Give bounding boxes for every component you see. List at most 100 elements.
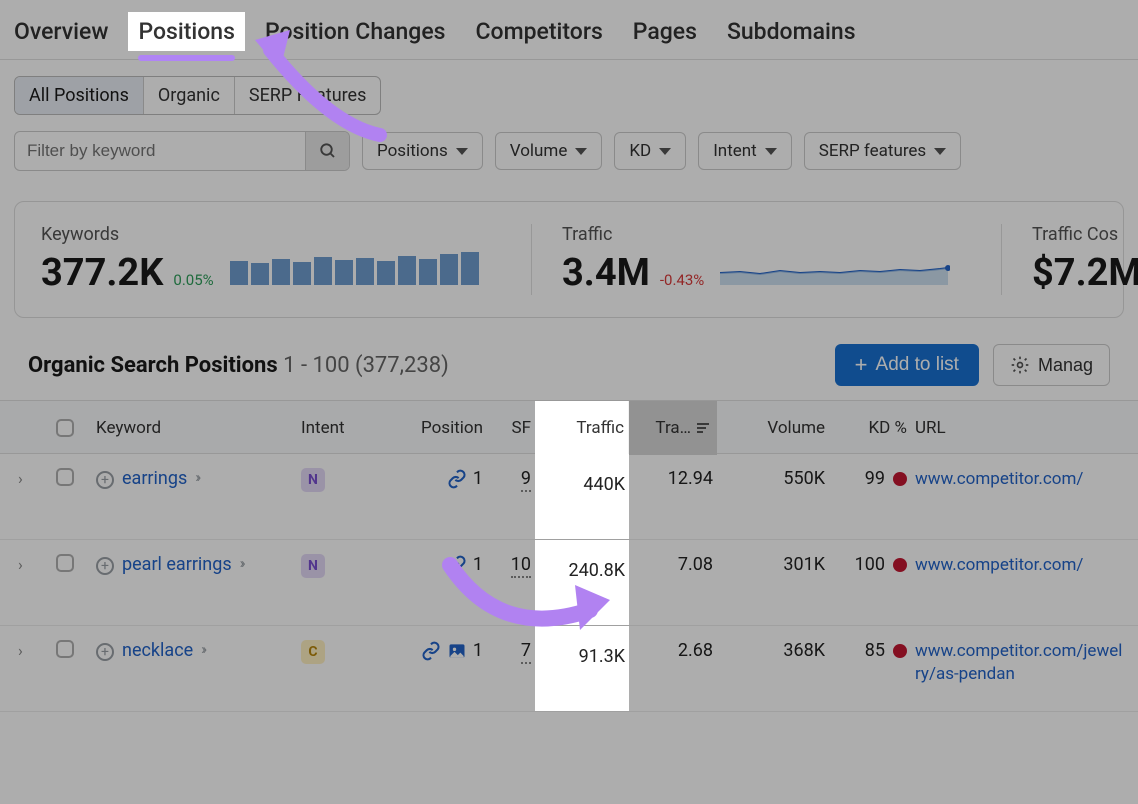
stat-keywords-value: 377.2K xyxy=(41,251,163,295)
col-url[interactable]: URL xyxy=(911,418,1131,438)
row-checkbox[interactable] xyxy=(56,640,74,658)
traffic-percent-value: 12.94 xyxy=(629,468,717,489)
select-all-checkbox[interactable] xyxy=(56,419,74,437)
keyword-link[interactable]: earrings xyxy=(122,468,187,489)
tab-subdomains[interactable]: Subdomains xyxy=(727,18,856,45)
tab-overview[interactable]: Overview xyxy=(14,18,108,45)
filter-volume[interactable]: Volume xyxy=(495,132,603,170)
sf-value[interactable]: 9 xyxy=(521,468,531,492)
traffic-value: 240.8K xyxy=(535,540,629,625)
add-to-list-button[interactable]: + Add to list xyxy=(835,344,979,386)
sort-desc-icon xyxy=(697,423,709,433)
filter-positions[interactable]: Positions xyxy=(362,132,483,170)
position-value: 1 xyxy=(473,640,483,661)
keyword-link[interactable]: necklace xyxy=(122,640,193,661)
chevron-down-icon xyxy=(456,148,468,155)
stat-traffic-cost-label: Traffic Cos xyxy=(1032,224,1138,245)
keyword-cell: + pearl earrings ›› xyxy=(92,554,297,575)
traffic-value: 91.3K xyxy=(535,626,629,711)
expand-row-icon[interactable]: › xyxy=(18,469,23,488)
col-kd[interactable]: KD % xyxy=(829,418,911,438)
table-row: › + pearl earrings ›› N 1 10 240.8K 7.08… xyxy=(0,540,1138,626)
positions-table: Keyword Intent Position SF Traffic Tra… … xyxy=(0,400,1138,712)
seg-all-positions[interactable]: All Positions xyxy=(15,77,144,114)
keyword-cell: + necklace ›› xyxy=(92,640,297,661)
open-keyword-icon[interactable]: ›› xyxy=(240,554,243,572)
url-link[interactable]: www.competitor.com/ xyxy=(911,468,1131,491)
row-checkbox[interactable] xyxy=(56,468,74,486)
url-link[interactable]: www.competitor.com/ xyxy=(911,554,1131,577)
chevron-down-icon xyxy=(765,148,777,155)
add-keyword-icon[interactable]: + xyxy=(96,557,114,575)
row-checkbox[interactable] xyxy=(56,554,74,572)
kd-value: 85 xyxy=(829,640,911,661)
traffic-sparkline xyxy=(720,255,950,285)
link-icon xyxy=(447,469,467,489)
tab-position-changes[interactable]: Position Changes xyxy=(265,18,446,45)
position-value: 1 xyxy=(473,468,483,489)
add-keyword-icon[interactable]: + xyxy=(96,643,114,661)
open-keyword-icon[interactable]: ›› xyxy=(201,640,204,658)
image-icon xyxy=(447,641,467,661)
stat-traffic-cost-value: $7.2M xyxy=(1032,251,1138,295)
add-keyword-icon[interactable]: + xyxy=(96,471,114,489)
stat-keywords-label: Keywords xyxy=(41,224,491,245)
col-position[interactable]: Position xyxy=(397,418,487,438)
intent-badge: N xyxy=(301,468,325,492)
expand-row-icon[interactable]: › xyxy=(18,641,23,660)
volume-value: 550K xyxy=(717,468,829,489)
summary-stats: Keywords 377.2K 0.05% Traffic 3.4M -0.43… xyxy=(14,201,1124,318)
keyword-cell: + earrings ›› xyxy=(92,468,297,489)
manage-columns-button[interactable]: Manag xyxy=(993,344,1110,386)
tab-competitors[interactable]: Competitors xyxy=(476,18,603,45)
col-sf[interactable]: SF xyxy=(487,418,535,438)
keywords-sparkline xyxy=(230,251,479,285)
url-link[interactable]: www.competitor.com/jewelry/as-pendan xyxy=(911,640,1131,686)
table-title: Organic Search Positions 1 - 100 (377,23… xyxy=(28,353,449,378)
filter-row: Positions Volume KD Intent SERP features xyxy=(0,131,1138,189)
seg-organic[interactable]: Organic xyxy=(144,77,235,114)
traffic-value: 440K xyxy=(535,454,629,539)
plus-icon: + xyxy=(855,354,868,376)
sf-value[interactable]: 7 xyxy=(521,640,531,664)
chevron-down-icon xyxy=(934,148,946,155)
link-icon xyxy=(447,555,467,575)
traffic-percent-value: 2.68 xyxy=(629,640,717,661)
kd-difficulty-dot xyxy=(893,558,907,572)
stat-traffic-cost: Traffic Cos $7.2M xyxy=(1001,224,1138,295)
col-volume[interactable]: Volume xyxy=(717,418,829,438)
stat-traffic: Traffic 3.4M -0.43% xyxy=(531,224,961,295)
filter-kd[interactable]: KD xyxy=(614,132,686,170)
tab-pages[interactable]: Pages xyxy=(633,18,697,45)
col-keyword[interactable]: Keyword xyxy=(92,418,297,438)
filter-intent[interactable]: Intent xyxy=(698,132,792,170)
position-type-filter: All Positions Organic SERP Features xyxy=(0,60,1138,131)
intent-badge: N xyxy=(301,554,325,578)
kd-difficulty-dot xyxy=(893,644,907,658)
tab-positions[interactable]: Positions xyxy=(128,12,245,51)
main-tabs: Overview Positions Position Changes Comp… xyxy=(0,0,1138,60)
kd-difficulty-dot xyxy=(893,472,907,486)
col-traffic-percent[interactable]: Tra… xyxy=(629,401,717,455)
col-intent[interactable]: Intent xyxy=(297,418,397,438)
expand-row-icon[interactable]: › xyxy=(18,555,23,574)
position-value: 1 xyxy=(473,554,483,575)
open-keyword-icon[interactable]: ›› xyxy=(195,468,198,486)
kd-value: 99 xyxy=(829,468,911,489)
keyword-filter-search-button[interactable] xyxy=(305,132,349,170)
filter-serp-features[interactable]: SERP features xyxy=(804,132,961,170)
stat-traffic-label: Traffic xyxy=(562,224,961,245)
volume-value: 368K xyxy=(717,640,829,661)
keyword-filter-input[interactable] xyxy=(15,132,305,170)
col-traffic[interactable]: Traffic xyxy=(535,401,629,455)
sf-value[interactable]: 10 xyxy=(511,554,531,578)
stat-traffic-value: 3.4M xyxy=(562,251,650,295)
table-row: › + necklace ›› C 1 7 91.3K 2.68 368K 85… xyxy=(0,626,1138,712)
keyword-link[interactable]: pearl earrings xyxy=(122,554,232,575)
kd-value: 100 xyxy=(829,554,911,575)
keyword-filter-wrap xyxy=(14,131,350,171)
intent-badge: C xyxy=(301,640,325,664)
table-row: › + earrings ›› N 1 9 440K 12.94 550K 99… xyxy=(0,454,1138,540)
chevron-down-icon xyxy=(659,148,671,155)
seg-serp-features[interactable]: SERP Features xyxy=(235,77,381,114)
